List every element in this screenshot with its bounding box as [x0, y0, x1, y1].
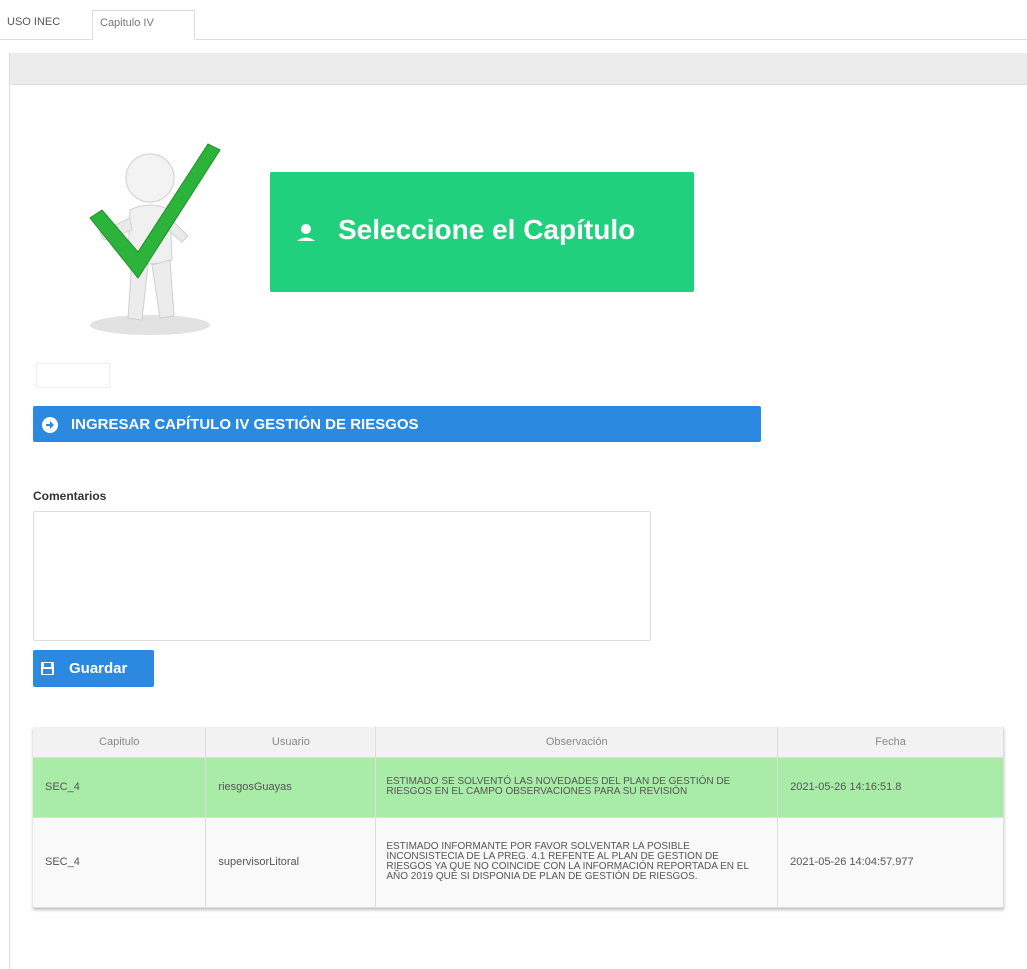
comentarios-textarea[interactable]	[33, 511, 651, 641]
cell-observacion: ESTIMADO SE SOLVENTÓ LAS NOVEDADES DEL P…	[375, 757, 779, 818]
cell-fecha: 2021-05-26 14:04:57.977	[777, 817, 1004, 908]
cell-usuario: supervisorLitoral	[205, 817, 377, 908]
guardar-button[interactable]: Guardar	[33, 650, 154, 687]
select-chapter-label: Seleccione el Capítulo	[338, 214, 636, 245]
tab-uso-inec[interactable]: USO INEC	[0, 10, 92, 40]
column-header-fecha[interactable]: Fecha	[777, 727, 1004, 758]
comentarios-label: Comentarios	[33, 489, 107, 503]
panel-header	[10, 53, 1027, 85]
cell-capitulo: SEC_4	[33, 757, 207, 818]
observations-table: Capitulo Usuario Observación Fecha SEC_4…	[33, 727, 1004, 908]
cell-fecha: 2021-05-26 14:16:51.8	[777, 757, 1004, 818]
ingresar-capitulo-button[interactable]: INGRESAR CAPÍTULO IV GESTIÓN DE RIESGOS	[33, 406, 761, 442]
table-row[interactable]: SEC_4 riesgosGuayas ESTIMADO SE SOLVENTÓ…	[33, 757, 1004, 818]
empty-field[interactable]	[36, 363, 110, 388]
cell-usuario: riesgosGuayas	[205, 757, 377, 818]
guardar-label: Guardar	[69, 660, 128, 677]
cell-capitulo: SEC_4	[33, 817, 207, 908]
select-chapter-banner[interactable]: Seleccione el Capítulo	[270, 172, 694, 292]
table-row[interactable]: SEC_4 supervisorLitoral ESTIMADO INFORMA…	[33, 817, 1004, 908]
column-header-capitulo[interactable]: Capitulo	[33, 727, 207, 758]
user-icon	[297, 224, 315, 241]
floppy-disk-icon	[41, 662, 54, 675]
person-checkmark-illustration	[89, 143, 221, 335]
column-header-observacion[interactable]: Observación	[375, 727, 779, 758]
cell-observacion: ESTIMADO INFORMANTE POR FAVOR SOLVENTAR …	[375, 817, 779, 908]
ingresar-capitulo-label: INGRESAR CAPÍTULO IV GESTIÓN DE RIESGOS	[71, 416, 419, 433]
arrow-right-icon	[42, 417, 58, 433]
tab-capitulo-iv[interactable]: Capitulo IV	[92, 10, 195, 40]
tab-bar: USO INEC Capitulo IV	[0, 0, 1027, 40]
column-header-usuario[interactable]: Usuario	[205, 727, 377, 758]
